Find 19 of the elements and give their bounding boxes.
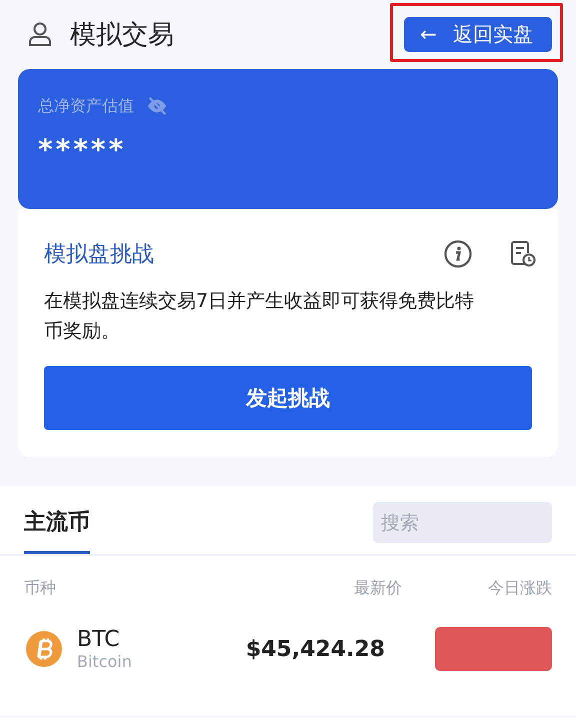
column-header: 最新价 [353,578,402,599]
bitcoin-icon [26,631,62,667]
challenge-title: 模拟盘挑战 [44,241,155,269]
column-header: 币种 [24,578,57,599]
coin-symbol: BTC [77,627,121,652]
info-icon[interactable] [444,240,472,268]
back-button[interactable]: ← 返回实盘 [404,16,552,52]
history-icon[interactable] [510,240,536,268]
asset-value: ***** [38,133,126,166]
coin-name: Bitcoin [77,652,133,671]
asset-label: 总净资产估值 [38,96,134,116]
challenge-description: 在模拟盘连续交易7日并产生收益即可获得免费比特币奖励。 [44,289,476,344]
search-field[interactable]: 搜索 [373,502,552,543]
market-tab[interactable]: 主流币 [24,502,90,554]
column-header: 今日涨跌 [487,578,552,599]
user-icon [28,21,52,47]
start-challenge-button[interactable]: 发起挑战 [44,366,532,430]
page-title: 模拟交易 [70,18,175,52]
coin-price: $45,424.28 [244,636,385,662]
